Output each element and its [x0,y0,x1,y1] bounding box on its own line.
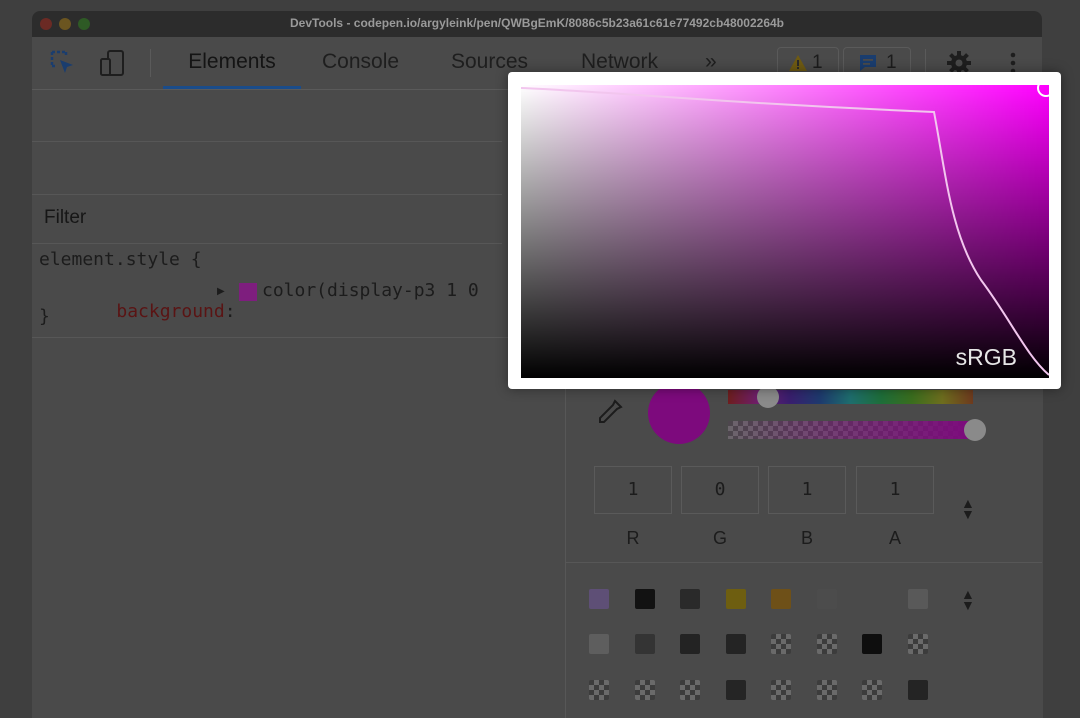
expand-triangle-icon[interactable]: ▶ [217,286,225,297]
filter-divider [32,243,502,244]
palette-swatch[interactable] [589,680,609,700]
style-property-value[interactable]: color(display-p3 1 0 [262,280,479,301]
gamut-popover: sRGB [508,72,1061,389]
palette-swatch[interactable] [771,680,791,700]
style-property-name[interactable]: background [116,301,224,322]
minimize-window-button[interactable] [59,18,71,30]
palette-swatch[interactable] [862,589,882,609]
palette-swatch[interactable] [771,589,791,609]
palette-swatch[interactable] [817,634,837,654]
palette-divider [565,562,1042,563]
style-property-line: background: [73,280,236,343]
palette-swatch[interactable] [680,680,700,700]
channel-b-input[interactable]: 1 [768,466,846,514]
palette-swatch[interactable] [589,634,609,654]
srgb-gamut-boundary [521,87,1049,376]
toolbar-separator [150,49,151,77]
palette-swatch[interactable] [908,634,928,654]
device-toolbar-icon[interactable] [98,48,128,78]
channel-r-input[interactable]: 1 [594,466,672,514]
color-swatch[interactable] [239,283,257,301]
palette-toggle-icon[interactable]: ▲ ▼ [961,587,975,612]
channel-g-label: G [712,528,727,548]
tab-elements[interactable]: Elements [163,37,301,89]
zoom-window-button[interactable] [78,18,90,30]
alpha-slider[interactable] [728,421,973,439]
palette-swatch[interactable] [862,634,882,654]
palette-swatch[interactable] [589,589,609,609]
hue-slider-handle[interactable] [757,386,779,408]
palette-swatch[interactable] [817,589,837,609]
channel-a-input[interactable]: 1 [856,466,934,514]
channel-g-input[interactable]: 0 [681,466,759,514]
styles-pane-row [32,142,502,195]
palette-swatch[interactable] [726,634,746,654]
palette-swatch[interactable] [680,634,700,654]
warning-icon [789,55,807,71]
window-title: DevTools - codepen.io/argyleink/pen/QWBg… [289,16,784,30]
channel-a-label: A [888,528,901,548]
palette-swatch[interactable] [908,589,928,609]
palette-swatch[interactable] [908,680,928,700]
filter-input[interactable]: Filter [44,207,86,229]
style-rule-close: } [39,306,50,327]
palette-swatch[interactable] [771,634,791,654]
tab-console[interactable]: Console [322,37,399,89]
palette-swatch[interactable] [680,589,700,609]
close-window-button[interactable] [40,18,52,30]
channel-b-label: B [800,528,813,548]
gamut-label: sRGB [955,344,1017,370]
color-preview [648,382,710,444]
eyedropper-icon[interactable] [595,397,625,427]
styles-pane-row [32,89,502,142]
property-colon: : [224,301,236,322]
inspect-element-icon[interactable] [48,48,78,78]
palette-swatch[interactable] [817,680,837,700]
style-rule-selector: element.style { [39,249,202,270]
title-bar: DevTools - codepen.io/argyleink/pen/QWBg… [32,11,1042,37]
alpha-slider-handle[interactable] [964,419,986,441]
channel-r-label: R [626,528,640,548]
message-icon [860,55,876,71]
color-gamut-area[interactable]: sRGB [521,85,1049,378]
palette-swatch[interactable] [862,680,882,700]
palette-swatch[interactable] [635,634,655,654]
style-rule-divider [32,337,565,338]
palette-swatch[interactable] [726,589,746,609]
palette-swatch[interactable] [635,680,655,700]
palette-swatch[interactable] [635,589,655,609]
format-toggle-icon[interactable]: ▲ ▼ [961,496,975,521]
palette-swatch[interactable] [726,680,746,700]
